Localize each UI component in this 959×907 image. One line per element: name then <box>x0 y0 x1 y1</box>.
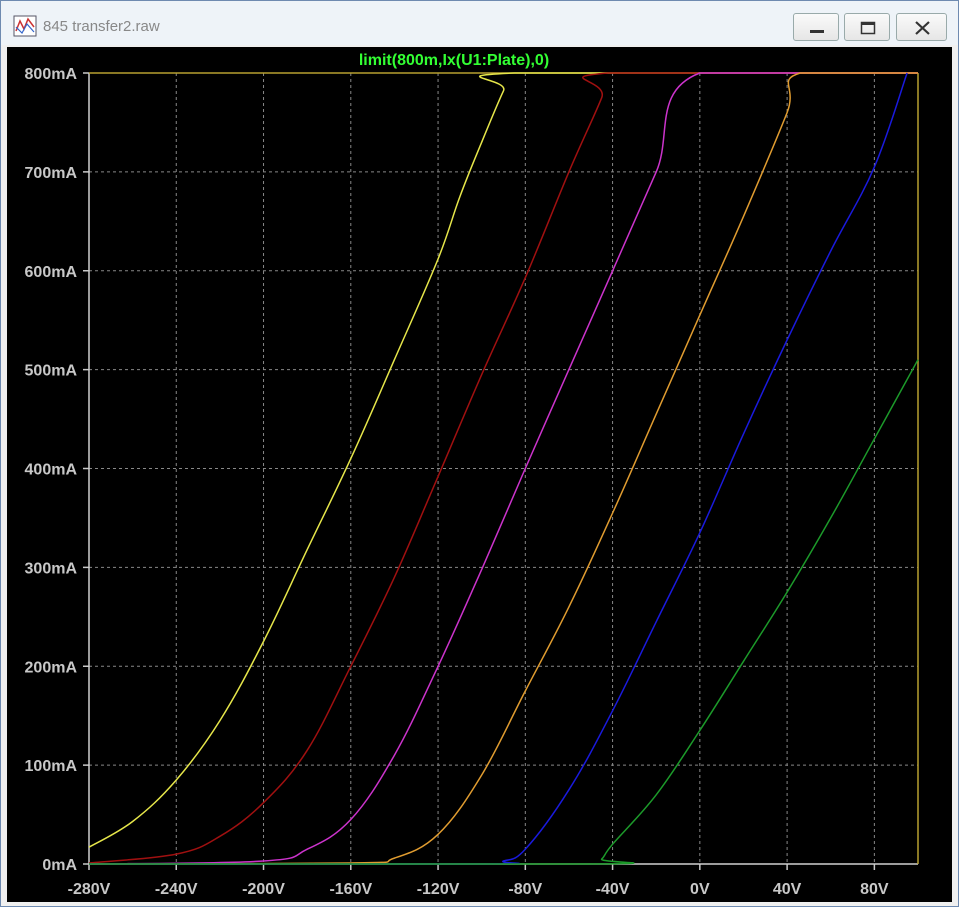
y-tick-label: 300mA <box>25 560 78 577</box>
title-bar[interactable]: 845 transfer2.raw <box>1 1 958 45</box>
waveform-window: 845 transfer2.raw limit(800m,Ix(U1:Plate… <box>0 0 959 907</box>
minimize-icon <box>810 30 824 33</box>
tick-labels: -280V -240V -200V -160V -120V -80V -40V 0V 40V 80… <box>25 66 889 898</box>
y-tick-label: 600mA <box>25 264 78 281</box>
maximize-icon <box>860 21 876 35</box>
close-icon <box>915 21 930 35</box>
y-tick-label: 0mA <box>42 857 77 874</box>
axes <box>83 72 919 870</box>
x-tick-label: -40V <box>596 881 630 898</box>
plot-area[interactable]: limit(800m,Ix(U1:Plate),0) -280V -240V -20… <box>7 47 952 902</box>
x-tick-label: -200V <box>242 881 285 898</box>
x-tick-label: -80V <box>508 881 542 898</box>
grid-lines <box>89 73 918 864</box>
series-line-6 <box>89 359 919 865</box>
y-tick-label: 500mA <box>25 363 78 380</box>
minimize-button[interactable] <box>793 13 839 41</box>
y-tick-label: 400mA <box>25 462 78 479</box>
chart-title: limit(800m,Ix(U1:Plate),0) <box>359 52 549 69</box>
series-line-1 <box>88 72 918 848</box>
x-tick-label: 0V <box>690 881 710 898</box>
y-tick-label: 100mA <box>25 758 78 775</box>
x-tick-label: -280V <box>68 881 111 898</box>
x-tick-label: -240V <box>155 881 198 898</box>
y-tick-label: 800mA <box>25 66 78 83</box>
y-tick-label: 200mA <box>25 659 78 676</box>
maximize-button[interactable] <box>844 13 890 41</box>
x-tick-label: -160V <box>329 881 372 898</box>
close-button[interactable] <box>896 13 947 41</box>
x-tick-label: 80V <box>860 881 889 898</box>
waveform-viewer-icon <box>13 15 37 37</box>
window-title: 845 transfer2.raw <box>43 18 160 35</box>
y-tick-label: 700mA <box>25 165 78 182</box>
transfer-chart[interactable]: limit(800m,Ix(U1:Plate),0) -280V -240V -20… <box>7 47 952 902</box>
x-tick-label: -120V <box>417 881 460 898</box>
x-tick-label: 40V <box>773 881 802 898</box>
